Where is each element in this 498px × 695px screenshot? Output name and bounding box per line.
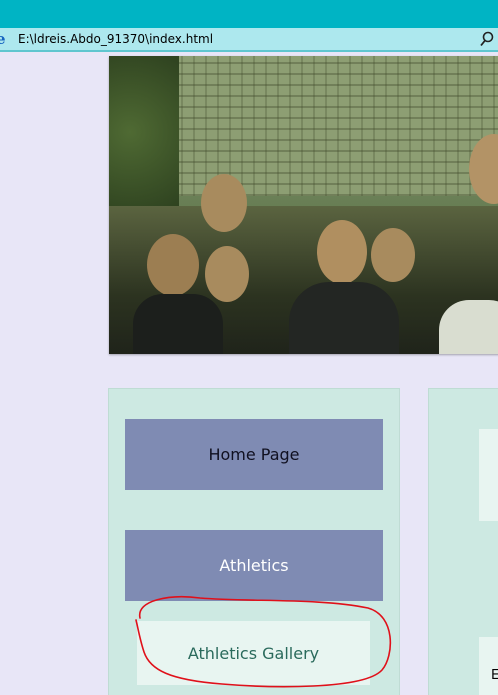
window-title-strip [0, 0, 498, 28]
right-content-panel: E [428, 388, 498, 695]
person-head [205, 246, 249, 302]
page-content: Home Page Athletics Athletics Gallery E [0, 54, 498, 695]
nav-athletics-label: Athletics [219, 556, 289, 575]
person-head [317, 220, 367, 284]
right-content-card [479, 429, 498, 521]
nav-home-button[interactable]: Home Page [125, 419, 383, 490]
hero-photo [109, 56, 498, 354]
person-shirt [439, 300, 498, 354]
right-content-card [479, 637, 498, 695]
address-bar[interactable]: e E:\ldreis.Abdo_91370\index.html [0, 28, 498, 52]
person-head [147, 234, 199, 296]
person-shirt [133, 294, 223, 354]
nav-athletics-gallery-label: Athletics Gallery [187, 643, 320, 663]
person-head [371, 228, 415, 282]
right-panel-text: E [491, 668, 498, 683]
search-icon[interactable] [480, 31, 494, 47]
person-shirt [289, 282, 399, 354]
nav-athletics-gallery-button[interactable]: Athletics Gallery [137, 621, 370, 685]
nav-home-label: Home Page [208, 445, 300, 464]
ie-page-icon: e [0, 30, 6, 48]
nav-athletics-button[interactable]: Athletics [125, 530, 383, 601]
address-url[interactable]: E:\ldreis.Abdo_91370\index.html [18, 32, 213, 46]
nav-panel: Home Page Athletics Athletics Gallery [108, 388, 400, 695]
person-head [201, 174, 247, 232]
